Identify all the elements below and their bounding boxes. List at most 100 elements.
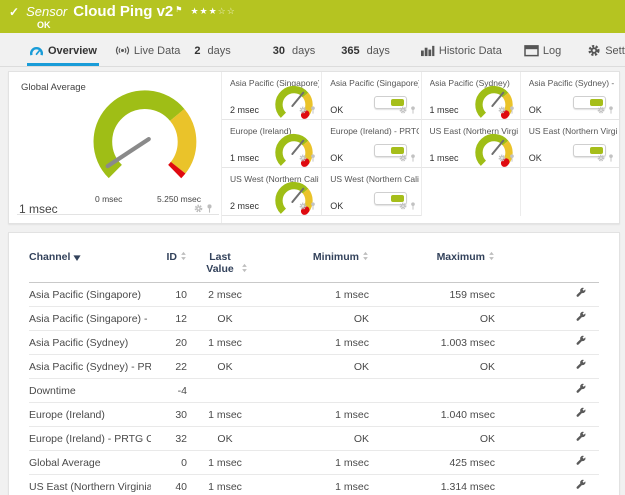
channel-settings-wrench-icon[interactable] [575, 407, 587, 419]
panel-divider [17, 214, 219, 215]
channel-settings-wrench-icon[interactable] [575, 455, 587, 467]
cell-id: 30 [151, 403, 187, 427]
tab-2-days[interactable]: 2 days [192, 38, 232, 66]
channel-panel-us-east-prtg: US East (Northern Virginia) - ... OK [520, 120, 619, 168]
pin-icon[interactable] [608, 106, 614, 114]
cell-id: 32 [151, 427, 187, 451]
cell-minimum: 1 msec [263, 331, 369, 355]
priority-stars[interactable]: ★★★☆☆ [190, 6, 235, 17]
cell-minimum [263, 379, 369, 403]
channel-settings-wrench-icon[interactable] [575, 311, 587, 323]
channel-settings-wrench-icon[interactable] [575, 287, 587, 299]
table-row: Asia Pacific (Singapore) 10 2 msec 1 mse… [29, 283, 599, 307]
channel-settings-wrench-icon[interactable] [575, 479, 587, 491]
pin-icon[interactable] [509, 106, 515, 114]
pin-icon[interactable] [310, 106, 316, 114]
cell-last-value: 1 msec [187, 403, 263, 427]
gear-icon[interactable] [399, 202, 407, 210]
gear-icon[interactable] [399, 106, 407, 114]
column-header-minimum[interactable]: Minimum [263, 243, 369, 283]
cell-channel: Asia Pacific (Singapore) - ... [29, 307, 151, 331]
status-check-icon: ✓ [9, 5, 19, 19]
pin-icon[interactable] [410, 106, 416, 114]
channel-gauge [274, 180, 314, 220]
gear-icon[interactable] [498, 154, 506, 162]
channel-panel-value: OK [330, 153, 343, 163]
column-header-channel[interactable]: Channel [29, 243, 151, 283]
table-row: Global Average 0 1 msec 1 msec 425 msec [29, 451, 599, 475]
channel-panel-value: 1 msec [430, 105, 459, 115]
tab-bar: Overview Live Data 2 days 30 days 365 da… [0, 38, 625, 67]
column-header-label: Channel [29, 251, 70, 263]
tab-365-days[interactable]: 365 days [339, 38, 392, 66]
column-header-last-value[interactable]: Last Value [187, 243, 263, 283]
cell-id: 40 [151, 475, 187, 495]
pin-icon[interactable] [608, 154, 614, 162]
broadcast-icon [115, 44, 130, 57]
cell-last-value: 1 msec [187, 331, 263, 355]
gear-icon[interactable] [299, 154, 307, 162]
tab-overview[interactable]: Overview [27, 38, 99, 66]
priority-flag-icon[interactable]: ⚑ [175, 5, 182, 14]
sort-desc-icon [73, 255, 81, 261]
gear-icon [587, 44, 601, 57]
gear-icon[interactable] [597, 106, 605, 114]
cell-maximum: 1.003 msec [369, 331, 495, 355]
cell-last-value: 1 msec [187, 475, 263, 495]
cell-id: -4 [151, 379, 187, 403]
column-header-actions [495, 243, 599, 283]
pin-icon[interactable] [509, 154, 515, 162]
table-row: Asia Pacific (Sydney) 20 1 msec 1 msec 1… [29, 331, 599, 355]
tab-log-label: Log [543, 45, 561, 57]
gear-icon[interactable] [597, 154, 605, 162]
overview-gauges-card: Global Average 0 msec 5.250 msec 1 msec … [8, 71, 620, 224]
column-header-maximum[interactable]: Maximum [369, 243, 495, 283]
channel-panel-value: 2 msec [230, 105, 259, 115]
pin-icon[interactable] [410, 154, 416, 162]
cell-maximum [369, 379, 495, 403]
stars-empty: ☆☆ [218, 6, 236, 16]
channel-panel-value: OK [529, 105, 542, 115]
cell-minimum: OK [263, 307, 369, 331]
channel-panel-value: OK [529, 153, 542, 163]
channel-gauge-grid: Asia Pacific (Singapore) 2 msec Asia Pac… [222, 72, 619, 223]
cell-channel: Asia Pacific (Singapore) [29, 283, 151, 307]
gauge-scale-min: 0 msec [95, 194, 122, 204]
tab-log[interactable]: Log [522, 38, 563, 66]
gear-icon[interactable] [194, 204, 203, 213]
global-average-gauge [89, 84, 201, 196]
gear-icon[interactable] [498, 106, 506, 114]
toggle-knob [391, 195, 404, 202]
pin-icon[interactable] [206, 204, 213, 213]
channel-settings-wrench-icon[interactable] [575, 335, 587, 347]
gear-icon[interactable] [299, 106, 307, 114]
pin-icon[interactable] [410, 202, 416, 210]
tab-settings-label: Settings [605, 45, 625, 57]
pin-icon[interactable] [310, 154, 316, 162]
channel-panel-us-west-prtg: US West (Northern California)... OK [321, 168, 420, 216]
tab-live-data[interactable]: Live Data [113, 38, 182, 66]
sensor-title: Cloud Ping v2 [73, 3, 173, 20]
column-header-id[interactable]: ID [151, 243, 187, 283]
tab-settings[interactable]: Settings [585, 38, 625, 66]
cell-minimum: OK [263, 427, 369, 451]
channel-gauge [274, 84, 314, 124]
channel-settings-wrench-icon[interactable] [575, 383, 587, 395]
pin-icon[interactable] [310, 202, 316, 210]
tab-historic-data[interactable]: Historic Data [418, 38, 504, 66]
global-average-title: Global Average [21, 82, 86, 93]
column-header-label: Maximum [437, 251, 485, 263]
channel-table-card: Channel ID Last Value Minimum Maximum As… [8, 232, 620, 495]
channel-settings-wrench-icon[interactable] [575, 359, 587, 371]
channel-panel-value: OK [330, 105, 343, 115]
stars-filled: ★★★ [190, 6, 217, 16]
tab-30-days[interactable]: 30 days [271, 38, 318, 66]
chart-icon [420, 44, 435, 57]
channel-gauge [474, 132, 514, 172]
channel-settings-wrench-icon[interactable] [575, 431, 587, 443]
column-header-label: ID [167, 251, 178, 263]
channel-table: Channel ID Last Value Minimum Maximum As… [29, 243, 599, 495]
gear-icon[interactable] [399, 154, 407, 162]
gear-icon[interactable] [299, 202, 307, 210]
tab-30-days-label: days [292, 45, 315, 57]
